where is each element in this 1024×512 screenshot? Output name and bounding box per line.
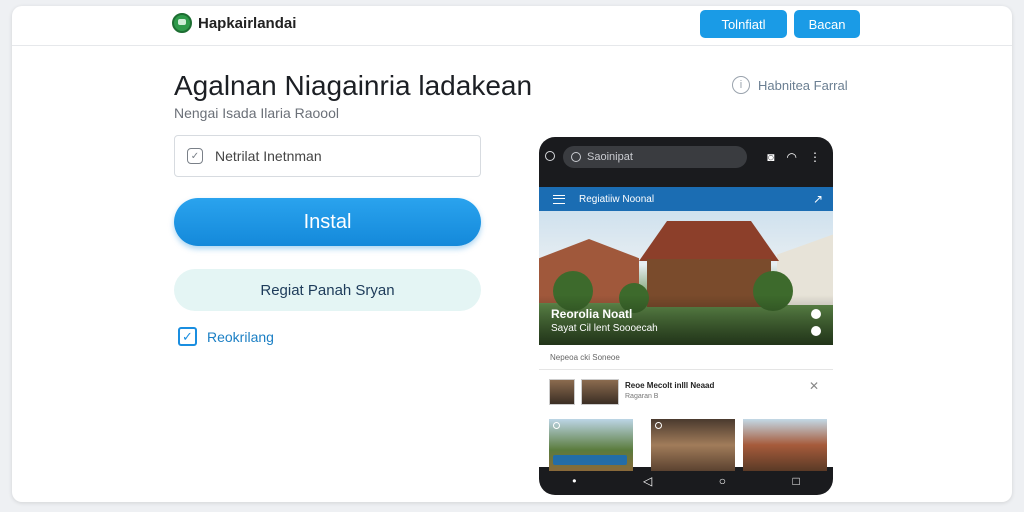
agreement-checkbox[interactable]: ✓ Reokrilang <box>178 327 274 346</box>
house-roof <box>639 221 779 261</box>
list-thumbnail <box>549 379 575 405</box>
help-label: Habnitea Farral <box>758 77 848 93</box>
hero-image[interactable]: Reorolia Noatl Sayat Cil lent Soooecah <box>539 211 833 345</box>
brand-name[interactable]: Hapkairlandai <box>198 15 296 32</box>
home-icon[interactable]: ○ <box>719 474 726 488</box>
app-bar-title: Regiatiiw Noonal <box>579 193 655 205</box>
phone-nav-bar: • ◁ ○ □ <box>539 467 833 495</box>
list-item[interactable]: Reoe Mecolt inlll Neaad Ragaran B ✕ <box>549 375 823 409</box>
close-icon[interactable]: ✕ <box>809 379 819 393</box>
gallery-tile[interactable] <box>651 419 735 471</box>
header-primary-button[interactable]: Tolnfiatl <box>700 10 787 38</box>
gallery-tile[interactable] <box>743 419 827 471</box>
phone-search-text: Saoinipat <box>587 151 633 163</box>
checkbox-label: Reokrilang <box>207 328 274 345</box>
phone-status-bar: Saoinipat ◙ ◠ ⋮ <box>539 137 833 177</box>
back-icon[interactable]: ◁ <box>643 474 652 488</box>
app-window: Hapkairlandai Tolnfiatl Bacan Agalnan Ni… <box>12 6 1012 502</box>
tile-badge <box>553 455 627 465</box>
top-header: Hapkairlandai Tolnfiatl Bacan <box>12 6 1012 46</box>
info-circle-icon: i <box>732 76 750 94</box>
phone-preview: Saoinipat ◙ ◠ ⋮ Regiatiiw Noonal ↗ Reoro… <box>539 137 833 495</box>
more-vertical-icon: ⋮ <box>809 150 821 164</box>
list-thumbnail <box>581 379 619 405</box>
hero-subtitle: Sayat Cil lent Soooecah <box>551 323 658 334</box>
section-label: Nepeoa cki Soneoe <box>550 353 620 362</box>
menu-icon[interactable] <box>553 194 565 204</box>
search-field[interactable]: ✓ <box>174 135 481 177</box>
list-item-title: Reoe Mecolt inlll Neaad <box>625 381 715 390</box>
header-secondary-button[interactable]: Bacan <box>794 10 860 38</box>
radio-icon <box>553 422 560 429</box>
search-icon <box>571 152 581 162</box>
hero-dot-icon[interactable] <box>811 326 821 336</box>
recents-icon[interactable]: □ <box>792 474 799 488</box>
page-subtitle: Nengai Isada Ilaria Raoool <box>174 105 339 121</box>
divider <box>539 369 833 370</box>
camera-icon: ◙ <box>767 150 775 164</box>
radio-icon <box>655 422 662 429</box>
help-link[interactable]: i Habnitea Farral <box>732 76 848 94</box>
phone-screen: Regiatiiw Noonal ↗ Reorolia Noatl Sayat … <box>539 187 833 471</box>
phone-app-bar: Regiatiiw Noonal ↗ <box>539 187 833 211</box>
hero-title: Reorolia Noatl <box>551 307 633 321</box>
search-input[interactable] <box>215 148 465 164</box>
search-icon <box>545 151 555 161</box>
page-title: Agalnan Niagainria ladakean <box>174 70 533 101</box>
secondary-action-button[interactable]: Regiat Panah Sryan <box>174 269 481 311</box>
share-icon[interactable]: ↗ <box>813 192 823 206</box>
wifi-icon: ◠ <box>786 150 797 164</box>
hero-dot-icon[interactable] <box>811 309 821 319</box>
list-item-meta: Ragaran B <box>625 393 659 400</box>
checkbox-checked-icon[interactable]: ✓ <box>178 327 197 346</box>
install-button[interactable]: Instal <box>174 198 481 246</box>
shield-check-icon: ✓ <box>187 148 203 164</box>
phone-search-bar[interactable]: Saoinipat <box>563 146 747 168</box>
dot-icon[interactable]: • <box>572 474 576 488</box>
leaf-badge-icon[interactable] <box>172 13 192 33</box>
gallery-tile[interactable] <box>549 419 633 471</box>
status-icons: ◙ ◠ ⋮ <box>767 150 821 164</box>
